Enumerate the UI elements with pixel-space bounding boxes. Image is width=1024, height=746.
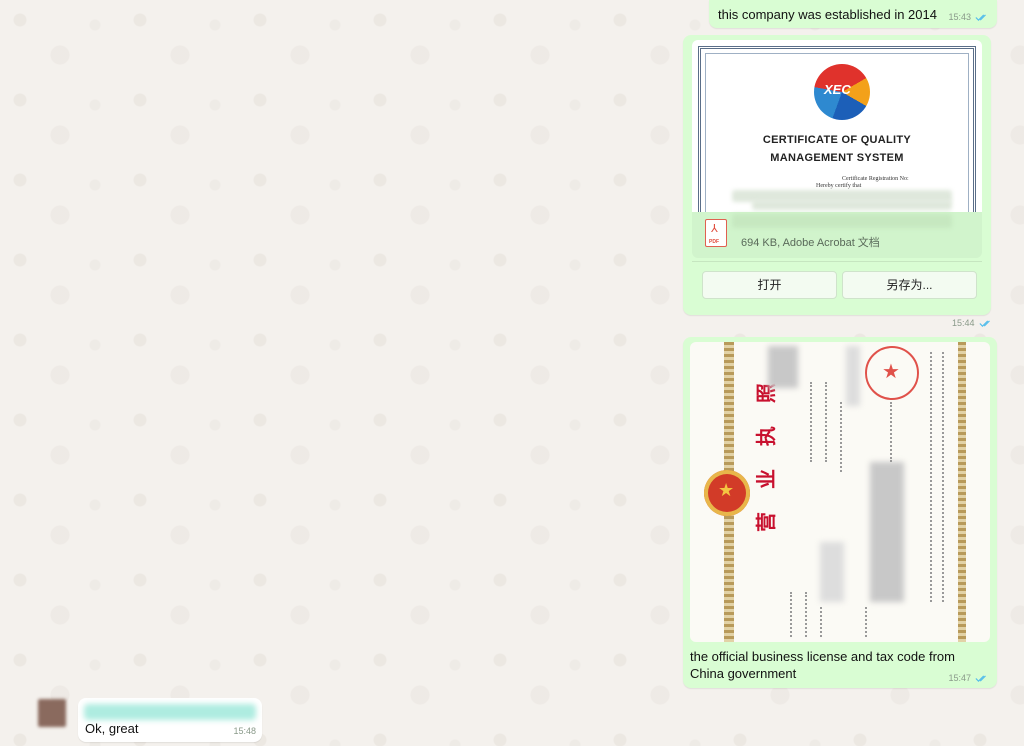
message-time: 15:43 [948, 12, 971, 22]
redacted-filename [732, 214, 952, 228]
message-meta: 15:48 [233, 726, 256, 736]
message-text: Ok, great [85, 721, 139, 736]
read-receipt-icon [975, 674, 986, 682]
certificate-hereby: Hereby certify that [816, 183, 862, 189]
message-meta: 15:43 [948, 12, 989, 22]
redacted-block [846, 346, 860, 406]
document-size: 694 KB, Adobe Acrobat 文档 [741, 237, 880, 249]
outgoing-document-message[interactable]: XEC CERTIFICATE OF QUALITY MANAGEMENT SY… [683, 35, 991, 315]
open-button[interactable]: 打开 [702, 271, 837, 299]
redacted-block [870, 462, 904, 602]
document-info: ⅄ PDF 694 KB, Adobe Acrobat 文档 [692, 212, 982, 258]
national-emblem-icon [704, 470, 750, 516]
redacted-block [768, 346, 798, 388]
certificate-title-line1: CERTIFICATE OF QUALITY [762, 134, 912, 146]
message-time: 15:44 [952, 318, 975, 328]
redacted-text [752, 200, 952, 210]
document-preview[interactable]: XEC CERTIFICATE OF QUALITY MANAGEMENT SY… [692, 40, 982, 212]
read-receipt-icon [978, 319, 990, 327]
save-as-button[interactable]: 另存为... [842, 271, 977, 299]
pdf-icon: ⅄ PDF [705, 219, 727, 247]
redacted-block [820, 542, 844, 602]
official-seal-icon [865, 346, 919, 400]
certificate-logo: XEC [814, 64, 870, 120]
redacted-sender-name [84, 704, 256, 720]
business-license-image[interactable]: 营 业 执 照 [690, 342, 990, 642]
certificate-title-line2: MANAGEMENT SYSTEM [770, 152, 904, 164]
message-meta: 15:44 [952, 318, 993, 328]
outgoing-message[interactable]: this company was established in 2014 15:… [709, 0, 997, 28]
message-time: 15:47 [948, 673, 971, 683]
document-actions: 打开 另存为... [692, 261, 982, 303]
avatar[interactable] [38, 699, 66, 727]
outgoing-image-message[interactable]: 营 业 执 照 the official business license an… [683, 337, 997, 688]
message-text: this company was established in 2014 [718, 7, 937, 22]
read-receipt-icon [975, 13, 986, 21]
image-caption: the official business license and tax co… [690, 649, 955, 681]
message-meta: 15:47 [948, 673, 989, 683]
license-title: 营 业 执 照 [754, 375, 778, 532]
certificate-reg-label: Certificate Registration No: [842, 176, 909, 182]
message-time: 15:48 [233, 726, 256, 736]
